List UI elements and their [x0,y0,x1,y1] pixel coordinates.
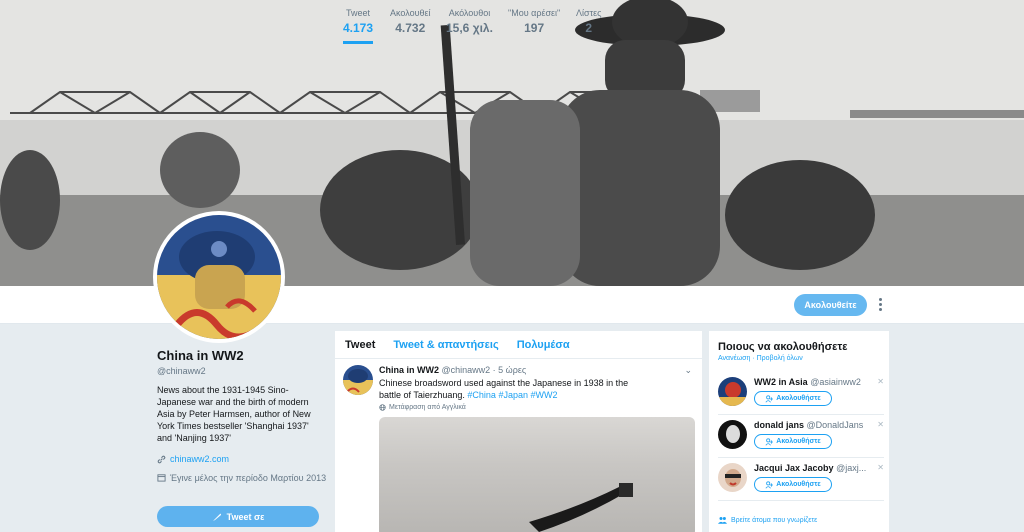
timeline-tabs: Tweet Tweet & απαντήσεις Πολυμέσα [335,331,702,359]
stat-followers[interactable]: Ακόλουθοι 15,6 χιλ. [446,8,493,35]
stat-value: 15,6 χιλ. [446,21,493,35]
stat-label: Ακολουθεί [390,8,431,18]
follow-button[interactable]: Ακολουθήστε [754,477,832,492]
profile-avatar[interactable] [153,211,285,343]
who-to-follow-panel: Ποιους να ακολουθήσετε Ανανέωση · Προβολ… [709,331,889,532]
follow-button-label: Ακολουθήστε [776,395,821,402]
profile-joined-text: Έγινε μέλος την περίοδο Μαρτίου 2013 [170,473,327,483]
tweet-hashtags[interactable]: #China #Japan #WW2 [467,390,557,400]
add-user-icon [765,480,774,488]
stat-lists[interactable]: Λίστες 2 [576,8,601,35]
stat-value: 197 [524,21,545,35]
find-people-link[interactable]: Βρείτε άτομα που γνωρίζετε [718,516,817,524]
tweet-author-name[interactable]: China in WW2 [379,365,439,375]
suggestion-identity[interactable]: Jacqui Jax Jacoby @jaxj... [754,463,878,473]
profile-nav-bar [0,286,1024,324]
profile-joined: Έγινε μέλος την περίοδο Μαρτίου 2013 [157,472,327,484]
globe-icon [379,404,386,411]
add-user-icon [765,394,774,402]
close-icon[interactable]: ✕ [877,463,884,472]
follow-button[interactable]: Ακολουθήστε [754,434,832,449]
profile-handle: @chinaww2 [157,366,206,376]
following-button[interactable]: Ακολουθείτε [794,294,867,316]
stat-value: 4.732 [395,21,426,35]
translate-link[interactable]: Μετάφραση από Αγγλικά [379,404,692,411]
tab-tweets[interactable]: Tweet [345,339,375,351]
suggestion-handle: @jaxj... [836,463,867,473]
suggestion-avatar[interactable] [718,463,747,492]
tweet-author-handle[interactable]: @chinaww2 [442,365,491,375]
timeline: Tweet Tweet & απαντήσεις Πολυμέσα China … [335,331,702,532]
suggestion-item: Jacqui Jax Jacoby @jaxj... ✕ Ακολουθήστε [718,461,884,501]
tweet-media-image[interactable] [379,417,695,532]
stat-label: Ακόλουθοι [448,8,491,18]
profile-name: China in WW2 [157,348,244,363]
tweet-to-label: Tweet σε [226,511,265,522]
profile-url[interactable]: chinaww2.com [157,454,229,464]
suggestion-handle: @DonaldJans [806,420,864,430]
follow-button-label: Ακολουθήστε [776,481,821,488]
chevron-down-icon[interactable]: ⌄ [684,365,692,376]
stat-label: Λίστες [576,8,602,18]
who-to-follow-subtitle[interactable]: Ανανέωση · Προβολή όλων [718,355,803,362]
tweet-avatar[interactable] [343,365,373,395]
suggestion-item: WW2 in Asia @asiainww2 ✕ Ακολουθήστε [718,375,884,415]
suggestion-avatar[interactable] [718,377,747,406]
stat-following[interactable]: Ακολουθεί 4.732 [390,8,431,35]
stat-value: 2 [585,21,593,35]
tweet-time[interactable]: 5 ώρες [498,365,526,375]
link-icon [157,455,166,463]
stat-label: Tweet [346,8,371,18]
suggestion-identity[interactable]: donald jans @DonaldJans [754,420,878,430]
suggestion-name: donald jans [754,420,805,430]
translate-label: Μετάφραση από Αγγλικά [389,404,466,411]
suggestion-name: WW2 in Asia [754,377,808,387]
tweet-text: Chinese broadsword used against the Japa… [379,377,649,401]
quill-icon [212,513,221,521]
stat-tweets[interactable]: Tweet 4.173 [343,8,374,44]
people-icon [718,517,727,524]
suggestion-name: Jacqui Jax Jacoby [754,463,834,473]
find-people-label: Βρείτε άτομα που γνωρίζετε [731,516,818,524]
tweet-to-button[interactable]: Tweet σε [157,506,319,527]
header-banner-image [0,0,1024,286]
suggestion-avatar[interactable] [718,420,747,449]
stat-value: 4.173 [343,21,374,35]
profile-url-text[interactable]: chinaww2.com [170,454,229,464]
stat-likes[interactable]: "Μου αρέσει" 197 [508,8,560,35]
stat-label: "Μου αρέσει" [508,8,561,18]
follow-button-label: Ακολουθήστε [776,438,821,445]
calendar-icon [157,474,166,482]
close-icon[interactable]: ✕ [877,377,884,386]
tweet-header: China in WW2 @chinaww2 · 5 ώρες [379,365,527,375]
who-to-follow-title: Ποιους να ακολουθήσετε [718,341,848,353]
close-icon[interactable]: ✕ [877,420,884,429]
add-user-icon [765,437,774,445]
suggestion-item: donald jans @DonaldJans ✕ Ακολουθήστε [718,418,884,458]
profile-bio: News about the 1931-1945 Sino-Japanese w… [157,385,311,443]
more-vertical-icon[interactable] [876,296,884,314]
suggestion-handle: @asiainww2 [810,377,861,387]
suggestion-identity[interactable]: WW2 in Asia @asiainww2 [754,377,878,387]
tab-media[interactable]: Πολυμέσα [517,339,570,351]
tab-tweets-replies[interactable]: Tweet & απαντήσεις [393,339,498,351]
follow-button[interactable]: Ακολουθήστε [754,391,832,406]
tweet-item[interactable]: China in WW2 @chinaww2 · 5 ώρες ⌄ Chines… [335,359,702,532]
